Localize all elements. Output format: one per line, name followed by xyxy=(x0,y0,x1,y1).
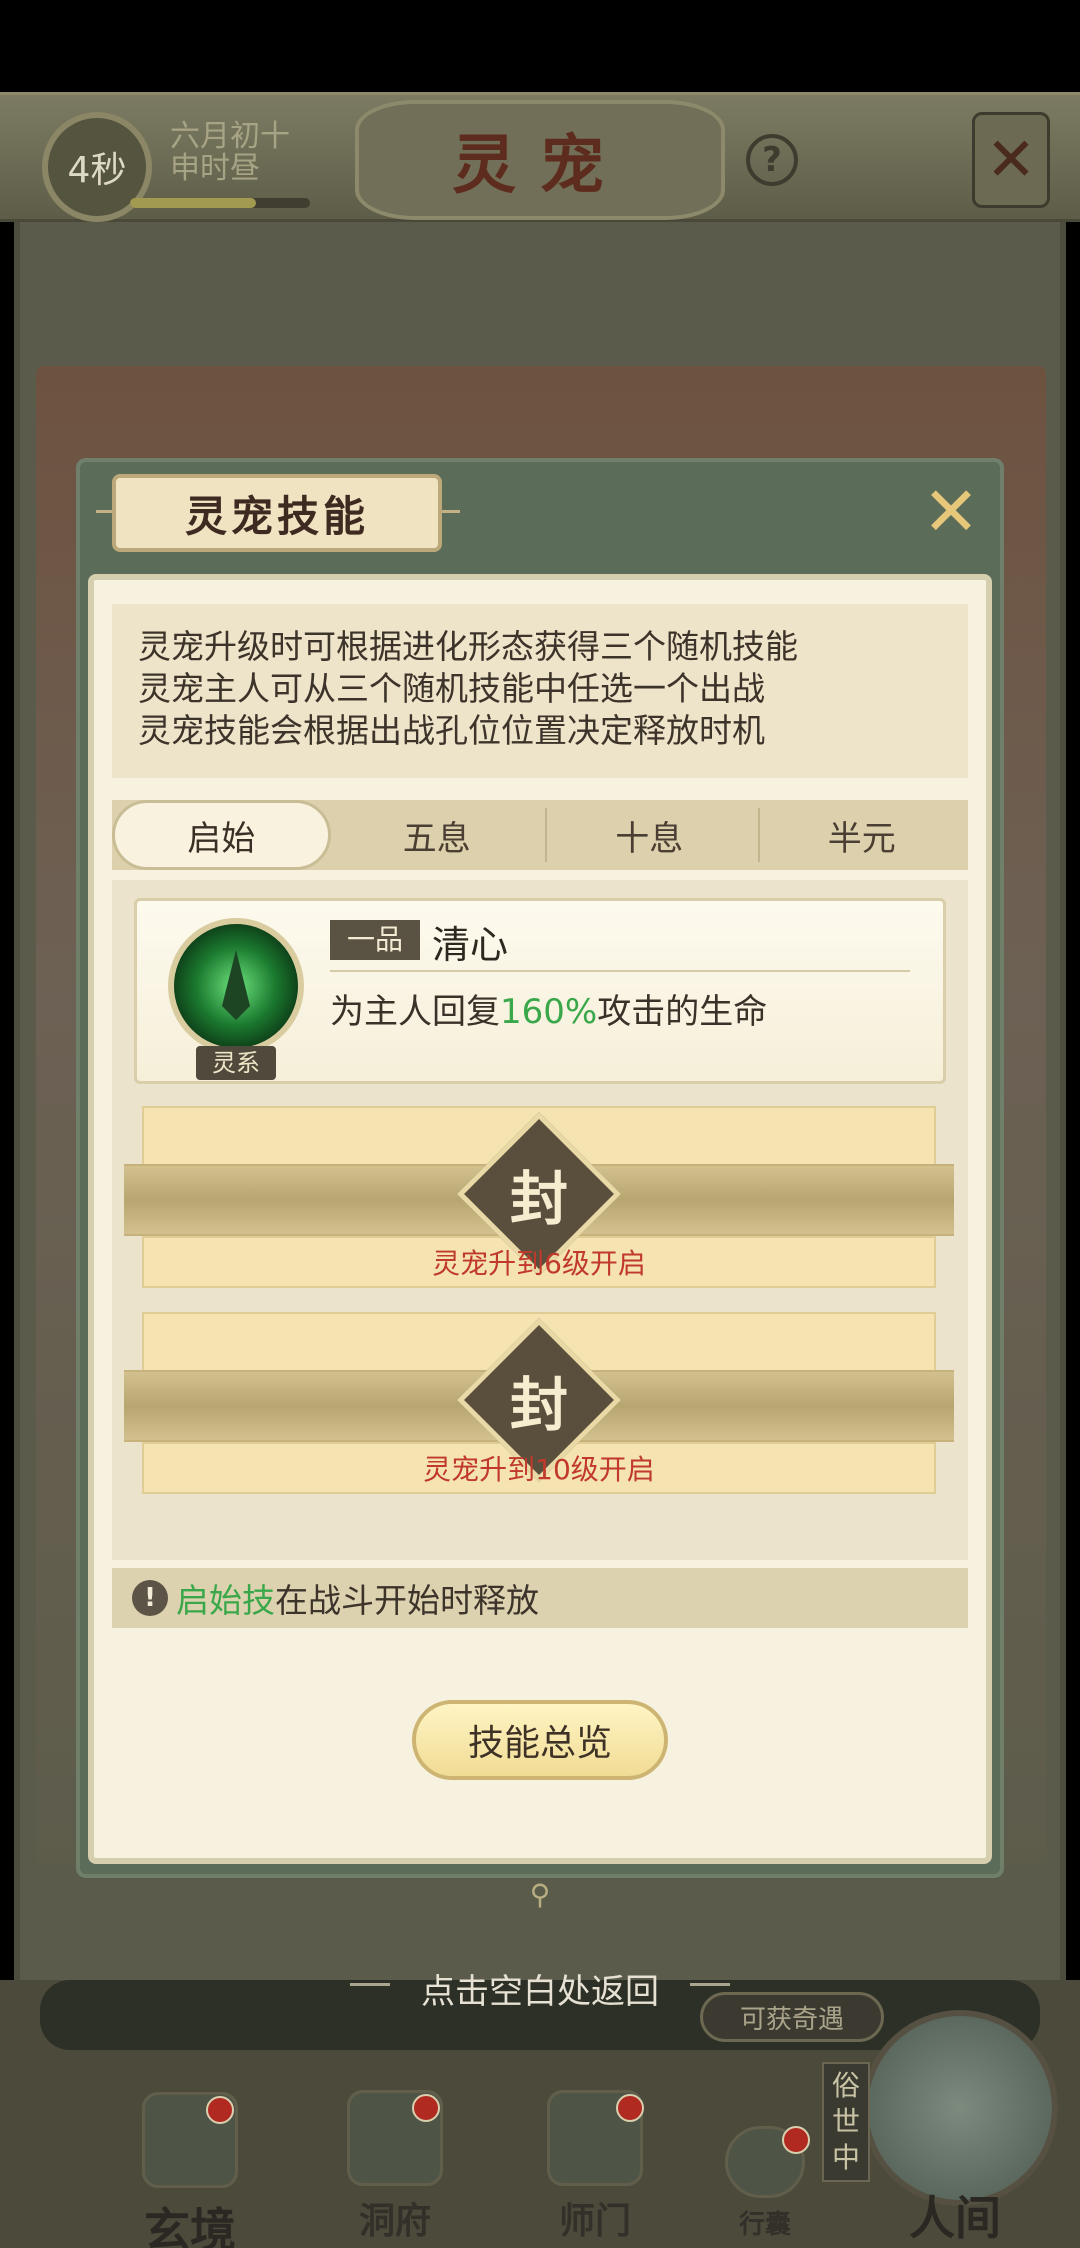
nav-label: 玄境 xyxy=(144,2203,236,2248)
dialog-close-icon[interactable]: ✕ xyxy=(916,478,986,548)
unlock-requirement: 灵宠升到6级开启 xyxy=(432,1247,646,1280)
tab-label: 半元 xyxy=(827,818,896,859)
nav-label: 行囊 xyxy=(738,2210,791,2240)
world-status-badge: 俗世中 xyxy=(822,2062,870,2182)
unlock-requirement: 灵宠升到10级开启 xyxy=(423,1453,655,1486)
timing-tabs: 启始 五息 十息 半元 xyxy=(112,800,968,870)
dismiss-hint[interactable]: 点击空白处返回 xyxy=(0,1964,1080,2013)
nav-label: 人间 xyxy=(909,2191,1001,2245)
notification-dot xyxy=(412,2094,440,2122)
skill-divider xyxy=(330,970,910,972)
locked-skill-slot: 封 灵宠升到10级开启 xyxy=(124,1312,954,1494)
notification-dot xyxy=(206,2096,234,2124)
tab-banyuan[interactable]: 半元 xyxy=(756,800,969,870)
tab-label: 十息 xyxy=(615,818,684,859)
skill-description: 灵宠升级时可根据进化形态获得三个随机技能 灵宠主人可从三个随机技能中任选一个出战… xyxy=(112,604,968,778)
day-progress-bar xyxy=(130,198,310,208)
description-line: 灵宠主人可从三个随机技能中任选一个出战 xyxy=(138,669,765,708)
game-screen: 4秒 六月初十 申时昼 灵宠 ? ✕ 灵宠技能 ✕ 灵宠升级时可根据进化形态获得… xyxy=(0,0,1080,2248)
encounter-badge[interactable]: 可获奇遇 xyxy=(700,1992,884,2042)
nav-xuanjing[interactable]: 玄境 xyxy=(120,2092,260,2248)
skill-name: 清心 xyxy=(432,923,509,967)
info-icon: ! xyxy=(132,1580,168,1616)
skill-effect: 为主人回复160%攻击的生命 xyxy=(330,984,767,1033)
day-progress-fill xyxy=(130,198,256,208)
timing-note: ! 启始技 在战斗开始时释放 xyxy=(112,1568,968,1628)
game-date: 六月初十 xyxy=(170,119,290,154)
tab-wuxi[interactable]: 五息 xyxy=(331,800,547,870)
game-time: 申时昼 xyxy=(170,151,260,186)
close-page-button[interactable]: ✕ xyxy=(972,112,1050,208)
help-icon[interactable]: ? xyxy=(746,134,798,186)
nav-dongfu[interactable]: 洞府 xyxy=(330,2090,460,2244)
tab-qishi[interactable]: 启始 xyxy=(112,800,331,870)
nav-renjian[interactable]: 人间 xyxy=(880,2176,1030,2248)
page-title: 灵宠 xyxy=(452,128,628,203)
skill-effect-suffix: 攻击的生命 xyxy=(597,992,768,1032)
skill-effect-prefix: 为主人回复 xyxy=(330,992,500,1032)
locked-skill-slot: 封 灵宠升到6级开启 xyxy=(124,1106,954,1288)
skill-element-badge: 灵系 xyxy=(196,1046,276,1080)
tab-label: 启始 xyxy=(187,818,256,859)
note-highlight: 启始技 xyxy=(176,1581,275,1620)
description-line: 灵宠升级时可根据进化形态获得三个随机技能 xyxy=(138,627,798,666)
notification-dot xyxy=(616,2094,644,2122)
notification-dot xyxy=(782,2126,810,2154)
seal-label: 封 xyxy=(509,1165,568,1233)
seal-label: 封 xyxy=(509,1371,568,1439)
nav-label: 师门 xyxy=(558,2200,631,2242)
nav-label: 洞府 xyxy=(358,2200,431,2242)
page-title-plaque: 灵宠 xyxy=(355,100,725,220)
note-text: 在战斗开始时释放 xyxy=(275,1581,539,1620)
skill-overview-button[interactable]: 技能总览 xyxy=(412,1700,668,1780)
skill-grade-badge: 一品 xyxy=(330,920,420,960)
skill-effect-value: 160% xyxy=(500,992,598,1032)
tab-shixi[interactable]: 十息 xyxy=(543,800,760,870)
dialog-title: 灵宠技能 xyxy=(184,491,369,541)
description-line: 灵宠技能会根据出战孔位位置决定释放时机 xyxy=(138,711,765,750)
tab-label: 五息 xyxy=(402,818,471,859)
dialog-clasp-icon: ⚲ xyxy=(529,1878,551,1911)
dialog-title-plaque: 灵宠技能 xyxy=(112,474,442,552)
